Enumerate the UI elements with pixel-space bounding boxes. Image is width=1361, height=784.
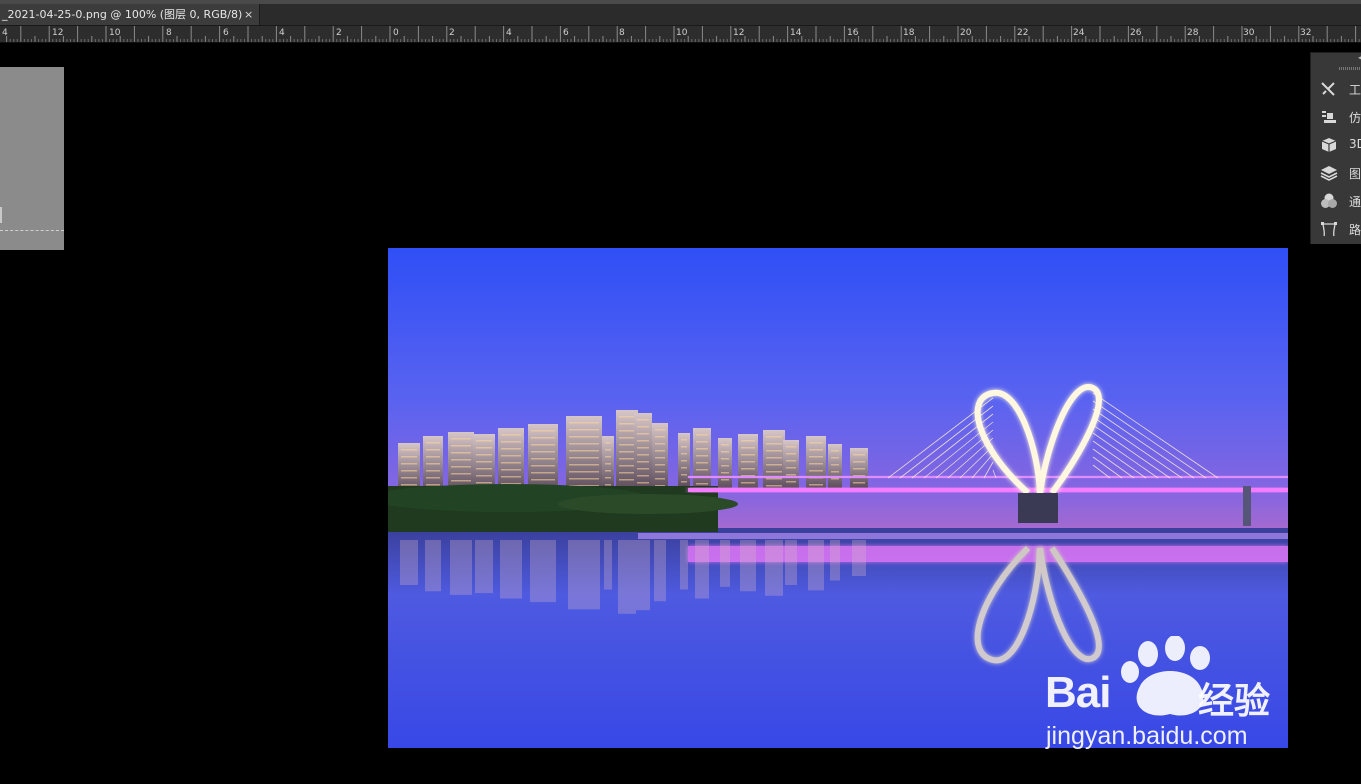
- ruler-label: 10: [676, 28, 688, 38]
- panel-channels[interactable]: 通: [1311, 188, 1361, 214]
- ruler-label: 4: [506, 28, 512, 38]
- ruler-label: 24: [1073, 28, 1085, 38]
- panel-layers-label: 图: [1349, 167, 1361, 181]
- ruler-label: 20: [960, 28, 972, 38]
- paths-icon: [1321, 222, 1337, 237]
- ruler-label: 32: [1300, 28, 1311, 38]
- ruler-label: 6: [223, 28, 229, 38]
- ruler-label: 30: [1243, 28, 1255, 38]
- horizontal-ruler[interactable]: 4 12 10 8 6 4 2 0 2 4 6 8 10 12 14 16 18 20 22 24 26 28 30 32: [0, 26, 1361, 43]
- panel-paths[interactable]: 路: [1311, 216, 1361, 242]
- document-tab-bar: _2021-04-25-0.png @ 100% (图层 0, RGB/8) ×: [0, 4, 1361, 26]
- collapsed-panel-dock: ◂ 工 仿 3D 图 通 路: [1310, 52, 1361, 244]
- secondary-canvas-preview[interactable]: [0, 67, 64, 250]
- document-tab[interactable]: _2021-04-25-0.png @ 100% (图层 0, RGB/8) ×: [0, 4, 260, 25]
- baidu-jingyan-text: 经验: [1198, 681, 1271, 722]
- ruler-label: 10: [109, 28, 121, 38]
- panel-3d-label: 3D: [1349, 137, 1361, 151]
- panel-clone-source[interactable]: 仿: [1311, 104, 1361, 130]
- tools-icon: [1321, 82, 1335, 96]
- ruler-label: 8: [619, 28, 625, 38]
- ruler-label: 2: [336, 28, 342, 38]
- panel-grip[interactable]: [1339, 67, 1361, 70]
- ruler-label: 14: [790, 28, 802, 38]
- panel-layers[interactable]: 图: [1311, 160, 1361, 186]
- document-tab-title: _2021-04-25-0.png @ 100% (图层 0, RGB/8): [2, 8, 243, 21]
- ruler-label: 16: [847, 28, 859, 38]
- ruler-label: 6: [563, 28, 569, 38]
- baidu-url-text: jingyan.baidu.com: [1046, 722, 1248, 750]
- panel-clone-source-label: 仿: [1349, 111, 1361, 125]
- channels-icon: [1321, 193, 1337, 208]
- ruler-label: 8: [166, 28, 172, 38]
- ruler-label: 18: [903, 28, 915, 38]
- ruler-label: 28: [1187, 28, 1199, 38]
- ruler-label: 26: [1130, 28, 1142, 38]
- ruler-label: 12: [52, 28, 63, 38]
- layers-icon: [1320, 166, 1338, 181]
- 3d-cube-icon: [1321, 138, 1337, 152]
- ruler-label: 4: [279, 28, 285, 38]
- ruler-label: 2: [449, 28, 455, 38]
- panel-paths-label: 路: [1349, 223, 1361, 237]
- ruler-ticks: 4 12 10 8 6 4 2 0 2 4 6 8 10 12 14 16 18 20 22 24 26 28 30 32: [2, 26, 1360, 42]
- ruler-label: 4: [2, 28, 8, 38]
- canvas-edge-mark: [0, 207, 2, 223]
- panel-3d[interactable]: 3D: [1311, 132, 1361, 158]
- close-tab-icon[interactable]: ×: [244, 4, 253, 25]
- ruler-label: 0: [393, 28, 399, 38]
- clone-source-icon: [1322, 111, 1336, 123]
- panel-tools-label: 工: [1349, 83, 1361, 97]
- baidu-brand-text: Bai: [1045, 668, 1111, 717]
- canvas-guide-line: [0, 230, 64, 231]
- ruler-label: 12: [733, 28, 744, 38]
- panel-channels-label: 通: [1349, 195, 1361, 209]
- panel-tools[interactable]: 工: [1311, 76, 1361, 102]
- ruler-label: 22: [1017, 28, 1028, 38]
